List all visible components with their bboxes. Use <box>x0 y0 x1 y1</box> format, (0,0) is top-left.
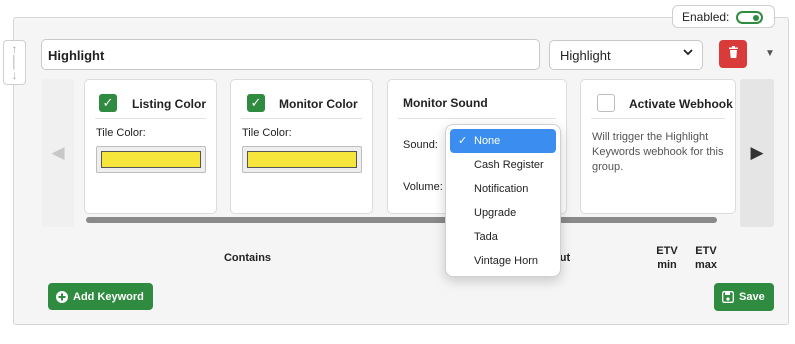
header-contains: Contains <box>223 252 272 264</box>
listing-color-title: Listing Color <box>132 97 206 111</box>
group-name-input[interactable]: Highlight <box>41 39 540 70</box>
header-etv-min: ETV min <box>652 244 682 272</box>
sound-option-none[interactable]: ✓ None <box>450 129 556 153</box>
sound-option-cash-register[interactable]: Cash Register <box>450 153 556 177</box>
card-divider <box>95 118 206 119</box>
listing-color-checkbox[interactable]: ✓ <box>99 94 117 112</box>
triangle-right-icon: ▶ <box>750 143 764 162</box>
sound-option-notification[interactable]: Notification <box>450 177 556 201</box>
monitor-color-card: ✓ Monitor Color Tile Color: <box>230 79 373 214</box>
triangle-left-icon: ◀ <box>51 143 65 162</box>
group-type-select[interactable]: Highlight <box>549 40 703 70</box>
carousel-next-button[interactable]: ▶ <box>740 79 774 227</box>
webhook-title: Activate Webhook <box>629 97 733 111</box>
trash-icon <box>728 45 739 63</box>
add-keyword-button[interactable]: Add Keyword <box>48 283 153 310</box>
monitor-tile-color-picker[interactable] <box>242 146 362 173</box>
sound-label: Sound: <box>403 139 438 151</box>
card-divider <box>398 118 556 119</box>
add-keyword-label: Add Keyword <box>73 290 144 303</box>
etv-min-line2: min <box>657 259 677 271</box>
floppy-disk-icon <box>722 291 734 303</box>
etv-min-line1: ETV <box>656 245 678 257</box>
monitor-color-checkbox[interactable]: ✓ <box>247 94 265 112</box>
triangle-down-icon: ▼ <box>765 48 775 59</box>
enabled-toggle-box[interactable]: Enabled: <box>672 5 775 28</box>
save-button[interactable]: Save <box>714 283 774 311</box>
webhook-card: Activate Webhook Will trigger the Highli… <box>580 79 736 214</box>
drag-handle[interactable]: ↑ │ ↓ <box>3 40 26 85</box>
listing-color-card: ✓ Listing Color Tile Color: <box>84 79 217 214</box>
webhook-hint: Will trigger the Highlight Keywords webh… <box>592 131 724 173</box>
monitor-color-title: Monitor Color <box>279 97 358 111</box>
group-type-value: Highlight <box>560 48 611 63</box>
plus-circle-icon <box>56 290 68 303</box>
sound-option-vintage-horn[interactable]: Vintage Horn <box>450 249 556 273</box>
switch-knob <box>753 14 759 21</box>
webhook-checkbox[interactable] <box>597 94 615 112</box>
save-label: Save <box>739 291 765 303</box>
monitor-sound-title: Monitor Sound <box>403 96 488 110</box>
sound-option-tada[interactable]: Tada <box>450 225 556 249</box>
monitor-color-fill <box>247 151 357 168</box>
etv-max-line1: ETV <box>695 245 717 257</box>
sound-option-label: None <box>474 135 501 147</box>
card-divider <box>591 118 725 119</box>
collapse-toggle[interactable]: ▼ <box>765 48 775 59</box>
card-divider <box>241 118 362 119</box>
settings-carousel: ◀ ✓ Listing Color Tile Color: ✓ Monitor … <box>42 79 774 227</box>
carousel-prev-button[interactable]: ◀ <box>42 79 74 227</box>
listing-color-fill <box>101 151 201 168</box>
checkmark-icon: ✓ <box>458 135 468 147</box>
carousel-scrollbar[interactable] <box>86 217 717 223</box>
monitor-tile-color-label: Tile Color: <box>242 127 292 139</box>
enabled-switch[interactable] <box>736 11 763 24</box>
up-down-arrows-icon: ↑ │ ↓ <box>10 42 19 82</box>
volume-label: Volume: <box>403 181 443 193</box>
etv-max-line2: max <box>694 259 718 271</box>
listing-tile-color-picker[interactable] <box>96 146 206 173</box>
listing-tile-color-label: Tile Color: <box>96 127 146 139</box>
sound-dropdown-menu: ✓ None Cash Register Notification Upgrade… <box>445 124 561 277</box>
chevron-down-icon <box>682 46 694 61</box>
sound-option-upgrade[interactable]: Upgrade <box>450 201 556 225</box>
header-etv-max: ETV max <box>691 244 721 272</box>
delete-group-button[interactable] <box>719 40 747 68</box>
enabled-label: Enabled: <box>682 9 730 24</box>
